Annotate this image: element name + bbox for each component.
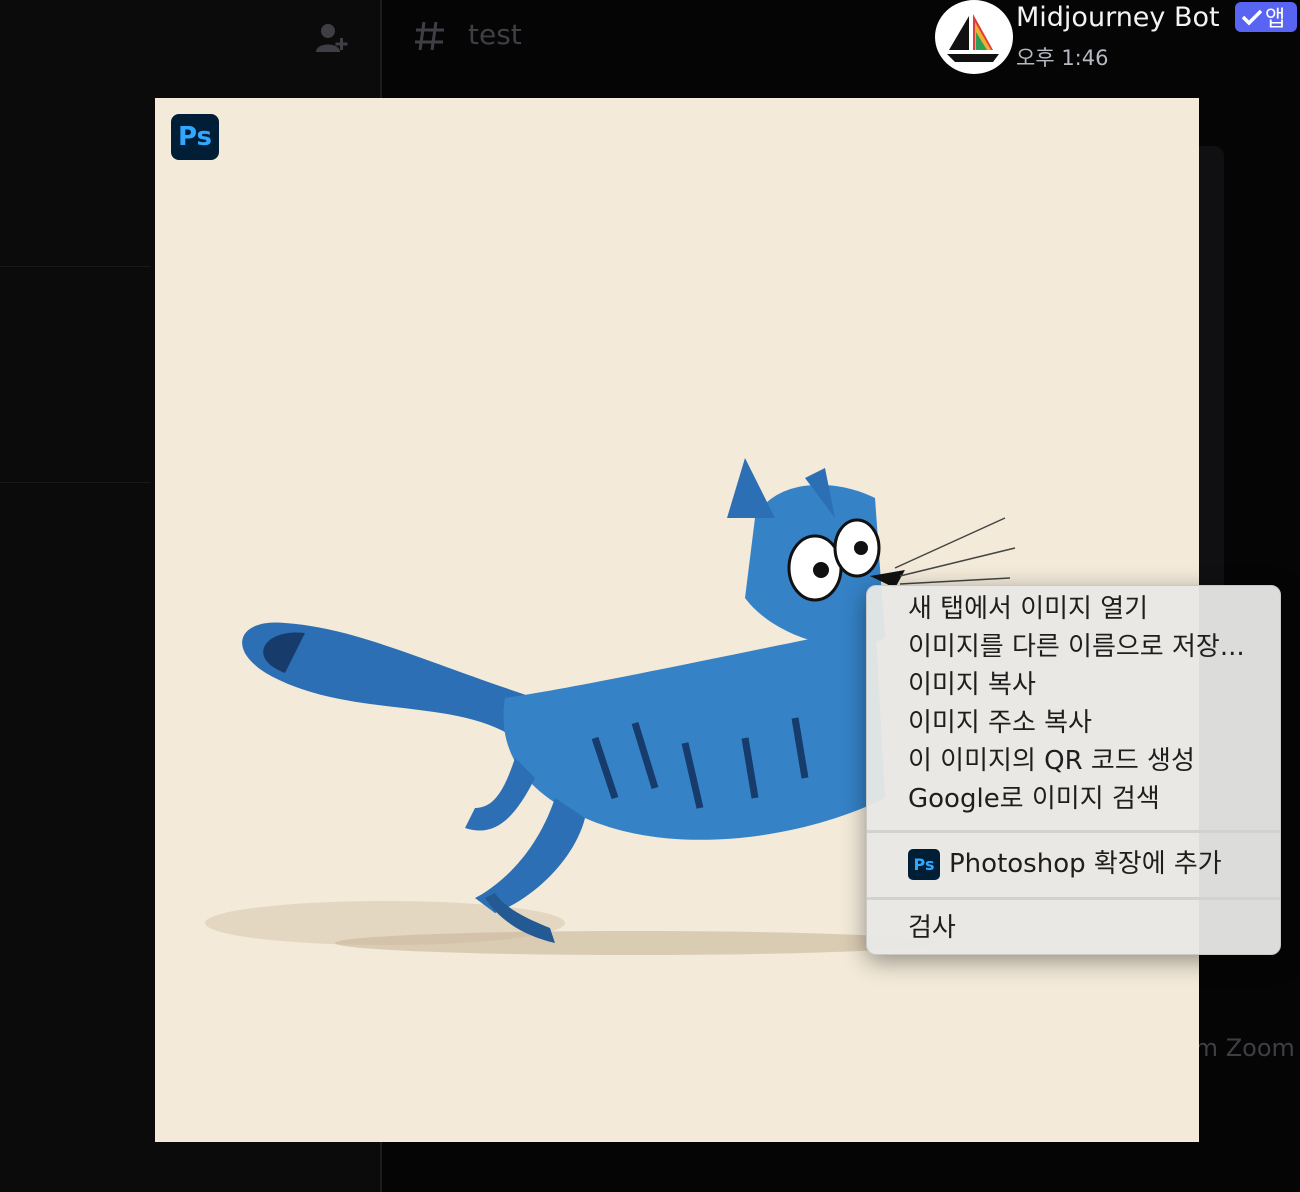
app-badge-label: 앱 (1265, 7, 1286, 32)
menu-separator (867, 830, 1280, 833)
sidebar-divider (0, 266, 150, 267)
photoshop-icon: Ps (908, 849, 940, 880)
avatar[interactable] (935, 0, 1013, 74)
app-badge: 앱 (1235, 2, 1297, 32)
channel-name: test (468, 18, 522, 51)
image-context-menu: 새 탭에서 이미지 열기 이미지를 다른 이름으로 저장... 이미지 복사 이… (866, 585, 1281, 955)
menu-separator (867, 897, 1280, 900)
add-friend-icon[interactable] (314, 20, 350, 56)
bot-name[interactable]: Midjourney Bot (1016, 2, 1220, 33)
menu-item-copy-image[interactable]: 이미지 복사 (908, 668, 1036, 702)
check-icon (1241, 9, 1263, 26)
message-timestamp: 오후 1:46 (1016, 46, 1109, 70)
menu-item-inspect[interactable]: 검사 (908, 911, 956, 945)
menu-item-copy-image-address[interactable]: 이미지 주소 복사 (908, 706, 1092, 740)
sidebar-divider (0, 482, 150, 483)
channel-hash-icon (415, 21, 444, 51)
menu-item-create-qr-code[interactable]: 이 이미지의 QR 코드 생성 (908, 744, 1195, 778)
menu-item-search-image-google[interactable]: Google로 이미지 검색 (908, 782, 1160, 816)
midjourney-logo-icon (947, 14, 999, 62)
menu-item-add-to-photoshop[interactable]: Photoshop 확장에 추가 (949, 847, 1222, 881)
menu-item-open-image-new-tab[interactable]: 새 탭에서 이미지 열기 (908, 592, 1148, 626)
menu-item-save-image-as[interactable]: 이미지를 다른 이름으로 저장... (908, 630, 1245, 664)
